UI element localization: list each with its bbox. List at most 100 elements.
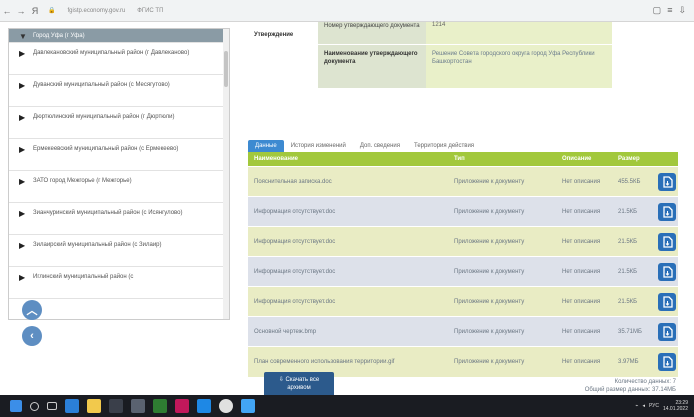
sidebar-item[interactable]: ▶ Иглинский муниципальный район (с	[9, 267, 229, 299]
browser-logo-icon[interactable]: Я	[28, 4, 42, 18]
app-icon[interactable]	[131, 399, 145, 413]
sidebar-scroll-thumb[interactable]	[224, 51, 228, 87]
clock[interactable]: 23:29 14.01.2022	[663, 400, 688, 412]
scroll-up-button[interactable]: ︿	[22, 300, 42, 320]
file-description: Нет описания	[556, 346, 612, 377]
file-description: Нет описания	[556, 226, 612, 257]
app-icon[interactable]	[109, 399, 123, 413]
caret-right-icon[interactable]: ▶	[19, 81, 33, 90]
sidebar-item-label: Зианчуринский муниципальный район (с Ися…	[33, 210, 183, 216]
file-size: 3.97МБ	[612, 346, 656, 377]
download-file-button[interactable]	[658, 202, 676, 221]
scroll-left-button[interactable]: ‹	[22, 326, 42, 346]
task-view-icon[interactable]	[47, 402, 57, 410]
download-all-sublabel: архивом	[287, 385, 311, 391]
doc-name-value: Решение Совета городского округа город У…	[432, 51, 595, 65]
search-icon[interactable]	[30, 401, 39, 411]
doc-name-key: Наименование утверждающего документа	[324, 51, 418, 65]
table-row: Основной чертеж.bmp Приложение к документ…	[248, 316, 678, 347]
yandex-browser-icon[interactable]	[219, 399, 233, 413]
caret-right-icon[interactable]: ▶	[19, 177, 33, 186]
sidebar-scrollbar[interactable]	[223, 29, 229, 319]
download-file-button[interactable]	[658, 262, 676, 281]
files-table: Наименование Тип Описание Размер Пояснит…	[248, 152, 678, 377]
sidebar-item[interactable]: ▶ Зианчуринский муниципальный район (с Ис…	[9, 203, 229, 235]
table-row: Информация отсутствует.doc Приложение к д…	[248, 226, 678, 257]
file-size: 455.5КБ	[612, 166, 656, 197]
sidebar-item[interactable]: ▶ Зилаирский муниципальный район (с Зилаи…	[9, 235, 229, 267]
file-size: 21.5КБ	[612, 256, 656, 287]
sidebar: ▼ Город Уфа (г Уфа) ▶ Давлекановский муници…	[8, 28, 230, 320]
tab[interactable]: Территория действия	[407, 140, 481, 152]
tab[interactable]: Доп. сведения	[353, 140, 407, 152]
file-type: Приложение к документу	[448, 346, 556, 377]
col-desc-header: Описание	[556, 152, 612, 167]
lock-icon: 🔒	[48, 8, 56, 14]
download-icon[interactable]: ⇩	[678, 5, 686, 16]
language-indicator[interactable]: РУС	[649, 403, 659, 409]
clock-date: 14.01.2022	[662, 406, 688, 412]
col-type-header: Тип	[448, 152, 556, 167]
file-download-icon	[662, 175, 673, 188]
caret-right-icon[interactable]: ▶	[19, 273, 33, 282]
menu-icon[interactable]: ≡	[667, 5, 672, 16]
tab[interactable]: История изменений	[284, 140, 353, 152]
windows-start-icon[interactable]	[10, 400, 22, 412]
table-row: Информация отсутствует.doc Приложение к д…	[248, 256, 678, 287]
edge-icon[interactable]	[65, 399, 79, 413]
table-row: Информация отсутствует.doc Приложение к д…	[248, 196, 678, 227]
back-icon[interactable]: ←	[0, 4, 14, 18]
sidebar-item[interactable]: ▶ Дюртюлинский муниципальный район (г Дюр…	[9, 107, 229, 139]
app-icon[interactable]	[153, 399, 167, 413]
address-url: fgistp.economy.gov.ru	[67, 7, 126, 14]
file-explorer-icon[interactable]	[87, 399, 101, 413]
file-download-icon	[662, 265, 673, 278]
sidebar-item[interactable]: ▶ ЗАТО город Межгорье (г Межгорье)	[9, 171, 229, 203]
app-icon[interactable]	[175, 399, 189, 413]
system-tray: ⌁ ◂ РУС 23:29 14.01.2022	[635, 400, 694, 412]
caret-right-icon[interactable]: ▶	[19, 145, 33, 154]
tab[interactable]: Данные	[248, 140, 284, 152]
file-download-icon	[662, 356, 673, 368]
file-size: 35.71МБ	[612, 316, 656, 347]
caret-down-icon[interactable]: ▼	[19, 32, 33, 41]
sidebar-item-label: ЗАТО город Межгорье (г Межгорье)	[33, 178, 132, 184]
file-name: Пояснительная записка.doc	[248, 166, 448, 197]
sidebar-item-label: Зилаирский муниципальный район (с Зилаир…	[33, 242, 162, 248]
file-type: Приложение к документу	[448, 166, 556, 197]
file-name: Информация отсутствует.doc	[248, 226, 448, 257]
network-icon[interactable]: ⌁	[635, 403, 638, 409]
sidebar-item[interactable]: ▶ Ермекеевский муниципальный район (с Ерм…	[9, 139, 229, 171]
download-file-button[interactable]	[658, 172, 676, 191]
app-icon[interactable]	[241, 399, 255, 413]
file-size: 21.5КБ	[612, 286, 656, 317]
download-file-button[interactable]	[658, 352, 676, 371]
taskbar: ⌁ ◂ РУС 23:29 14.01.2022	[0, 395, 694, 417]
col-name-header: Наименование	[248, 152, 448, 167]
doc-number-value: 1214	[432, 22, 446, 28]
col-size-header: Размер	[612, 152, 656, 167]
volume-icon[interactable]: ◂	[642, 403, 645, 409]
app-icon[interactable]	[197, 399, 211, 413]
summary-count: Количество данных: 7	[614, 379, 676, 385]
caret-right-icon[interactable]: ▶	[19, 209, 33, 218]
sidebar-item-label: Ермекеевский муниципальный район (с Ерме…	[33, 146, 179, 152]
sidebar-item[interactable]: ▶ Дуванский муниципальный район (с Месягу…	[9, 75, 229, 107]
file-name: Информация отсутствует.doc	[248, 256, 448, 287]
caret-right-icon[interactable]: ▶	[19, 241, 33, 250]
file-size: 21.5КБ	[612, 196, 656, 227]
download-file-button[interactable]	[658, 322, 676, 341]
sidebar-item[interactable]: ▼ Город Уфа (г Уфа)	[9, 29, 229, 43]
file-description: Нет описания	[556, 196, 612, 227]
caret-right-icon[interactable]: ▶	[19, 113, 33, 122]
forward-icon[interactable]: →	[14, 4, 28, 18]
address-bar[interactable]: 🔒 fgistp.economy.gov.ru ФГИС ТП	[48, 4, 608, 18]
download-file-button[interactable]	[658, 232, 676, 251]
tabs-icon[interactable]: ▢	[653, 5, 662, 16]
sidebar-item[interactable]: ▶ Давлекановский муниципальный район (г Д…	[9, 43, 229, 75]
download-file-button[interactable]	[658, 292, 676, 311]
file-description: Нет описания	[556, 286, 612, 317]
browser-toolbar: ← → Я 🔒 fgistp.economy.gov.ru ФГИС ТП ▢ …	[0, 0, 694, 22]
file-download-icon	[662, 205, 673, 218]
caret-right-icon[interactable]: ▶	[19, 49, 33, 58]
